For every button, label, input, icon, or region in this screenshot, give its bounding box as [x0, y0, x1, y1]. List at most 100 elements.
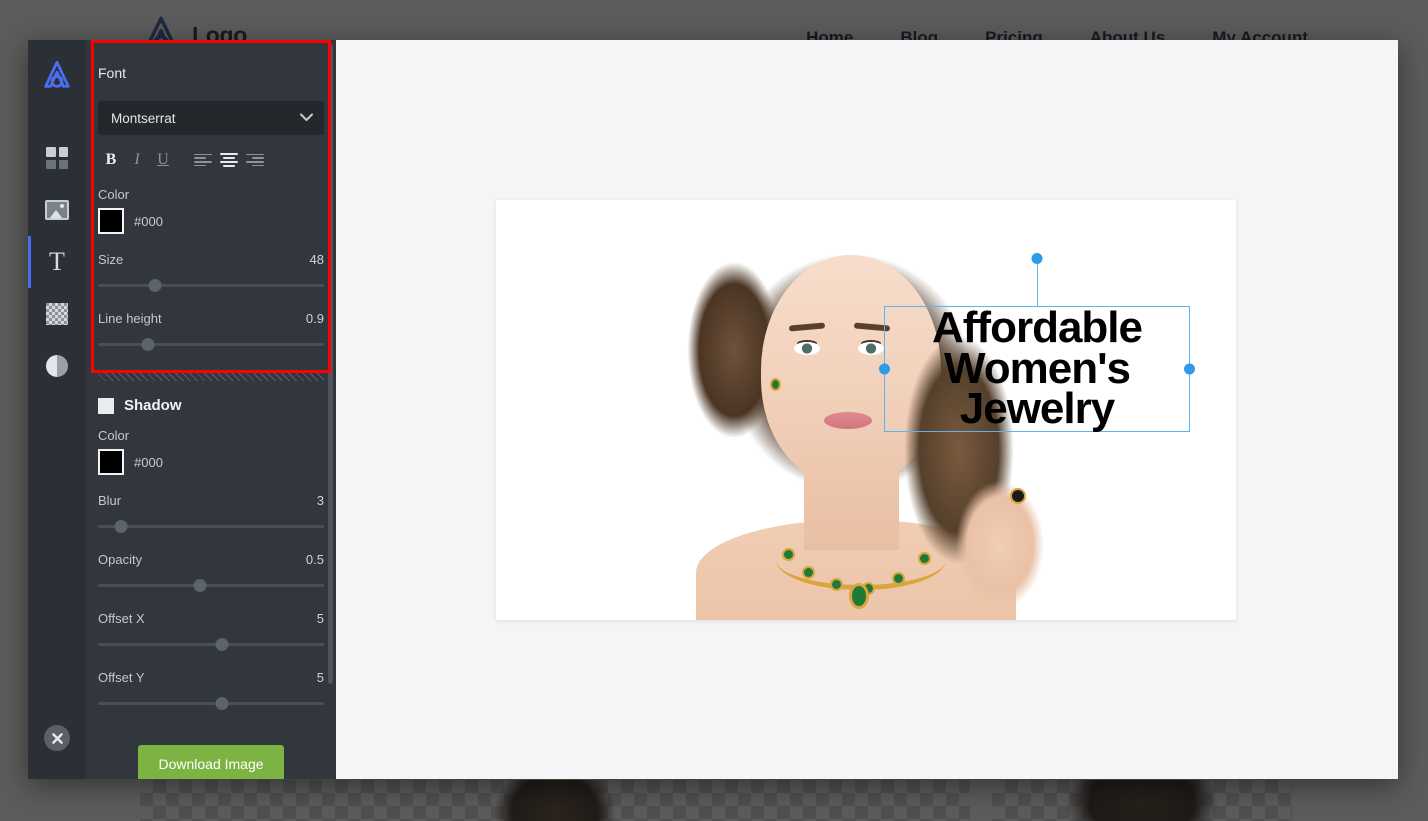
shadow-color-swatch[interactable] [98, 449, 124, 475]
blur-label: Blur [98, 493, 122, 508]
offset-y-header: Offset Y 5 [98, 670, 324, 685]
gem-shape [892, 572, 905, 585]
slider-thumb[interactable] [215, 697, 229, 710]
panel-scroll-area[interactable]: Font Montserrat B I U Color #000 Size 48… [86, 40, 336, 779]
rotate-connector-line [1037, 259, 1038, 307]
align-right-button[interactable] [242, 147, 268, 173]
offset-y-label: Offset Y [98, 670, 145, 685]
text-settings-panel: Font Montserrat B I U Color #000 Size 48… [86, 40, 336, 779]
text-line-2: Women's [943, 343, 1131, 393]
opacity-header: Opacity 0.5 [98, 552, 324, 567]
panel-scrollbar[interactable] [328, 44, 333, 684]
close-editor-button[interactable] [44, 725, 70, 751]
shadow-section-title: Shadow [124, 397, 182, 414]
image-icon [45, 200, 69, 220]
font-size-slider[interactable] [98, 277, 324, 293]
gem-shape [918, 552, 931, 565]
offset-x-label: Offset X [98, 611, 145, 626]
gem-shape [782, 548, 795, 561]
align-left-button[interactable] [190, 147, 216, 173]
pendant-shape [849, 583, 869, 609]
opacity-label: Opacity [98, 552, 143, 567]
selected-text-element[interactable]: Affordable Women's Jewelry [879, 253, 1195, 434]
slider-track [98, 584, 324, 587]
gem-shape [830, 578, 843, 591]
slider-thumb[interactable] [148, 279, 161, 292]
slider-thumb[interactable] [114, 520, 128, 533]
checker-pattern-icon [46, 303, 68, 325]
bold-button[interactable]: B [98, 147, 124, 173]
font-section-title: Font [98, 65, 127, 81]
section-resize-handle[interactable] [98, 370, 324, 381]
slider-track [98, 702, 324, 705]
italic-button[interactable]: I [124, 147, 150, 173]
font-color-value: #000 [134, 213, 163, 229]
editor-tool-rail: T [28, 40, 86, 779]
eye-shape [794, 342, 820, 355]
image-editor-modal: T Font Montserrat B I U Color #000 Size … [28, 40, 1398, 779]
contrast-circle-icon [46, 355, 68, 377]
canvas-workspace[interactable]: Affordable Women's Jewelry [336, 40, 1398, 779]
opacity-slider[interactable] [98, 577, 324, 593]
shadow-color-value: #000 [134, 454, 163, 470]
text-line-3: Jewelry [959, 384, 1115, 434]
grid-icon [46, 147, 68, 169]
line-height-header: Line height 0.9 [98, 311, 324, 326]
sidebar-item-images[interactable] [28, 184, 86, 236]
necklace-shape [776, 530, 946, 595]
offset-y-value: 5 [316, 670, 324, 685]
slider-thumb[interactable] [193, 579, 207, 592]
blur-slider[interactable] [98, 518, 324, 534]
sidebar-item-text[interactable]: T [28, 236, 86, 288]
align-button-group [190, 147, 268, 173]
text-t-icon: T [49, 247, 65, 276]
slider-track [98, 343, 324, 346]
gem-shape [802, 566, 815, 579]
app-logo-icon [44, 60, 70, 88]
text-line-1: Affordable [932, 303, 1143, 353]
font-size-value: 48 [309, 252, 324, 267]
canvas-text-content: Affordable Women's Jewelry [885, 303, 1189, 434]
ring-shape [1010, 488, 1026, 504]
opacity-value: 0.5 [305, 552, 324, 567]
shadow-section: Color #000 Blur 3 Opacity 0.5 Offset X 5… [86, 428, 336, 711]
design-canvas[interactable]: Affordable Women's Jewelry [496, 200, 1236, 620]
text-format-toolbar: B I U [98, 147, 324, 173]
tool-list: T [28, 132, 86, 392]
align-center-button[interactable] [216, 147, 242, 173]
font-section: Font Montserrat B I U Color #000 Size 48… [86, 65, 336, 352]
font-size-label: Size [98, 252, 124, 267]
blur-header: Blur 3 [98, 493, 324, 508]
close-x-icon [51, 732, 63, 744]
font-color-row: #000 [98, 208, 324, 234]
font-size-header: Size 48 [98, 252, 324, 267]
eye-shape [858, 342, 884, 355]
slider-track [98, 284, 324, 287]
underline-button[interactable]: U [150, 147, 176, 173]
sidebar-item-filters[interactable] [28, 340, 86, 392]
shadow-color-label: Color [98, 428, 130, 443]
slider-track [98, 643, 324, 646]
slider-thumb[interactable] [141, 338, 155, 351]
rotate-handle[interactable] [1031, 253, 1043, 264]
offset-x-slider[interactable] [98, 636, 324, 652]
sidebar-item-background[interactable] [28, 288, 86, 340]
shadow-section-header: Shadow [86, 397, 336, 414]
slider-thumb[interactable] [215, 638, 229, 651]
shadow-enable-checkbox[interactable] [98, 397, 114, 414]
font-family-select[interactable]: Montserrat [98, 101, 324, 135]
font-family-select-wrap: Montserrat [98, 101, 324, 135]
app-root: Logo Home Blog Pricing About Us My Accou… [0, 0, 1428, 821]
line-height-slider[interactable] [98, 336, 324, 352]
earring-shape [770, 378, 781, 391]
download-button-wrap: Download Image [86, 745, 336, 779]
sidebar-item-templates[interactable] [28, 132, 86, 184]
offset-y-slider[interactable] [98, 695, 324, 711]
download-image-button[interactable]: Download Image [138, 745, 284, 779]
offset-x-header: Offset X 5 [98, 611, 324, 626]
slider-track [98, 525, 324, 528]
lips-shape [824, 412, 872, 429]
shadow-color-row: #000 [98, 449, 324, 475]
line-height-label: Line height [98, 311, 162, 326]
font-color-swatch[interactable] [98, 208, 124, 234]
